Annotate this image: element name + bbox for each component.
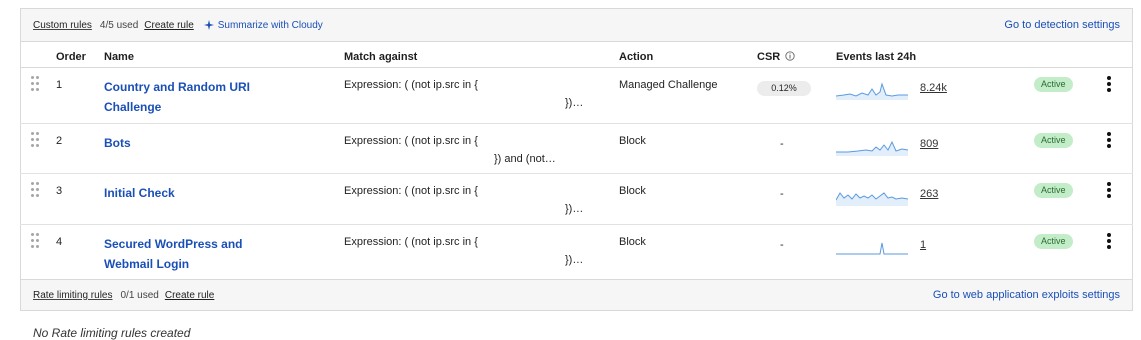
rate-limiting-title: Rate limiting rules <box>33 289 113 301</box>
rule-name-link[interactable]: Country and Random URI Challenge <box>104 77 274 117</box>
rule-action: Block <box>619 135 646 147</box>
table-row[interactable]: 2 Bots Expression: ( (not ip.src in { })… <box>20 124 1133 174</box>
drag-handle-icon[interactable] <box>31 233 39 249</box>
events-sparkline <box>836 82 908 100</box>
web-app-exploits-settings-link[interactable]: Go to web application exploits settings <box>933 289 1120 301</box>
status-badge: Active <box>1034 133 1073 148</box>
kebab-menu-icon[interactable] <box>1106 182 1112 198</box>
custom-rules-header: Custom rules 4/5 used Create rule Summar… <box>20 8 1133 42</box>
create-rate-limit-rule-link[interactable]: Create rule <box>165 290 214 301</box>
rule-expression-continued: })… <box>565 203 584 215</box>
custom-rules-usage: 4/5 used <box>99 19 139 31</box>
custom-rules-title: Custom rules <box>33 19 92 31</box>
summarize-with-cloudy-button[interactable]: Summarize with Cloudy <box>203 19 323 31</box>
rule-expression: Expression: ( (not ip.src in { <box>344 135 478 147</box>
table-row[interactable]: 3 Initial Check Expression: ( (not ip.sr… <box>20 174 1133 225</box>
drag-handle-icon[interactable] <box>31 76 39 92</box>
rule-order: 2 <box>56 135 63 147</box>
detection-settings-link[interactable]: Go to detection settings <box>1004 19 1120 31</box>
status-badge: Active <box>1034 77 1073 92</box>
rule-action: Block <box>619 236 646 248</box>
rate-limiting-header: Rate limiting rules 0/1 used Create rule… <box>20 279 1133 311</box>
drag-handle-icon[interactable] <box>31 182 39 198</box>
rule-order: 3 <box>56 185 63 197</box>
rule-action: Managed Challenge <box>619 79 718 91</box>
table-row[interactable]: 1 Country and Random URI Challenge Expre… <box>20 68 1133 124</box>
kebab-menu-icon[interactable] <box>1106 132 1112 148</box>
column-name[interactable]: Name <box>104 51 134 63</box>
rule-order: 1 <box>56 79 63 91</box>
rate-limiting-usage: 0/1 used <box>120 289 159 301</box>
csr-value: - <box>780 239 784 251</box>
column-csr-label: CSR <box>757 51 781 63</box>
rule-expression-continued: }) and (not… <box>494 153 556 165</box>
events-sparkline <box>836 140 908 156</box>
kebab-menu-icon[interactable] <box>1106 76 1112 92</box>
kebab-menu-icon[interactable] <box>1106 233 1112 249</box>
status-badge: Active <box>1034 183 1073 198</box>
table-row[interactable]: 4 Secured WordPress and Webmail Login Ex… <box>20 225 1133 280</box>
events-count-link[interactable]: 8.24k <box>920 82 947 94</box>
rules-table-header: Order Name Match against Action CSR Even… <box>20 42 1133 68</box>
rule-order: 4 <box>56 236 63 248</box>
csr-value: - <box>780 188 784 200</box>
summarize-label: Summarize with Cloudy <box>217 19 323 31</box>
column-events: Events last 24h <box>836 51 917 63</box>
events-count-link[interactable]: 809 <box>920 138 938 150</box>
rule-name-link[interactable]: Secured WordPress and Webmail Login <box>104 234 274 274</box>
rule-name-link[interactable]: Initial Check <box>104 183 274 203</box>
rule-action: Block <box>619 185 646 197</box>
column-action[interactable]: Action <box>619 51 653 63</box>
rule-expression: Expression: ( (not ip.src in { <box>344 185 478 197</box>
column-match: Match against <box>344 51 418 63</box>
drag-handle-icon[interactable] <box>31 132 39 148</box>
sparkle-icon <box>203 20 214 30</box>
create-custom-rule-link[interactable]: Create rule <box>144 20 193 31</box>
rule-expression: Expression: ( (not ip.src in { <box>344 236 478 248</box>
rule-name-link[interactable]: Bots <box>104 133 274 153</box>
column-csr: CSR <box>757 51 795 63</box>
csr-value: - <box>780 138 784 150</box>
events-sparkline <box>836 242 908 255</box>
rule-expression-continued: })… <box>565 254 584 266</box>
info-icon[interactable] <box>785 51 795 61</box>
column-order[interactable]: Order <box>56 51 86 63</box>
status-badge: Active <box>1034 234 1073 249</box>
rate-limiting-empty-state: No Rate limiting rules created <box>33 326 191 340</box>
rule-expression-continued: })… <box>565 97 584 109</box>
events-count-link[interactable]: 263 <box>920 188 938 200</box>
csr-badge: 0.12% <box>757 81 811 96</box>
events-sparkline <box>836 192 908 206</box>
rule-expression: Expression: ( (not ip.src in { <box>344 79 478 91</box>
events-count-link[interactable]: 1 <box>920 239 926 251</box>
